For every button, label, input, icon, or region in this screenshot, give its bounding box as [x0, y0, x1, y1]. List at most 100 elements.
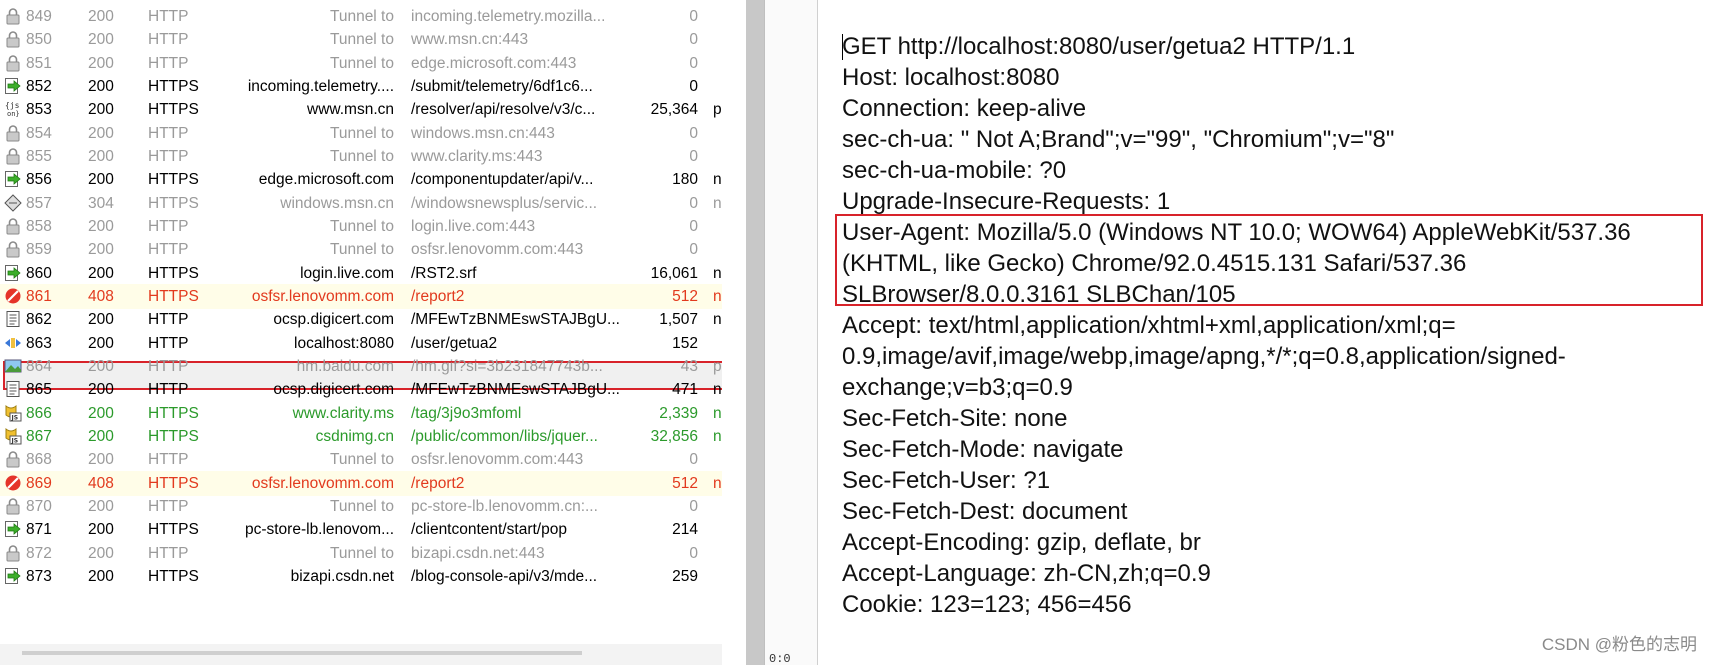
session-number: 869	[26, 474, 52, 492]
session-number: 857	[26, 194, 52, 212]
body-size: 1,507	[659, 311, 698, 329]
table-row[interactable]: 854 200 HTTP Tunnel to windows.msn.cn:443 0	[0, 121, 722, 146]
table-row[interactable]: 852 200 HTTPS incoming.telemetry.... /submit…	[0, 74, 722, 99]
table-row[interactable]: 871 200 HTTPS pc-store-lb.lenovom... /client…	[0, 517, 722, 542]
content-type-truncated: n	[713, 404, 722, 422]
raw-request-view[interactable]: GET http://localhost:8080/user/getua2 HT…	[818, 0, 1711, 665]
url: /user/getua2	[411, 334, 498, 352]
table-row[interactable]: 861 408 HTTPS osfsr.lenovomm.com/report2 512…	[0, 283, 722, 309]
body-size: 0	[689, 497, 698, 515]
session-number: 871	[26, 521, 52, 539]
result-code: 408	[88, 474, 114, 492]
arrow-icon	[4, 567, 22, 585]
body-size: 152	[672, 334, 698, 352]
host: edge.microsoft.com	[258, 171, 394, 189]
protocol: HTTP	[148, 31, 189, 49]
cursor-position: 0:0	[769, 652, 791, 666]
request-line: GET http://localhost:8080/user/getua2 HT…	[842, 33, 1356, 60]
table-row[interactable]: 862 200 HTTP ocsp.digicert.com/MFEwTzBNMEsw…	[0, 307, 722, 332]
protocol: HTTPS	[148, 287, 199, 305]
protocol: HTTP	[148, 451, 189, 469]
result-code: 200	[88, 101, 114, 119]
lock-icon	[4, 147, 22, 165]
protocol: HTTP	[148, 544, 189, 562]
content-type-truncated: n	[713, 264, 722, 282]
body-size: 0	[689, 147, 698, 165]
session-list[interactable]: 849 200 HTTP Tunnel to incoming.telemetry.mo…	[0, 0, 722, 665]
content-type-truncated: n	[713, 311, 722, 329]
content-type-truncated: n	[713, 427, 722, 445]
content-type-truncated: n	[713, 287, 722, 305]
body-size: 16,061	[650, 264, 698, 282]
result-code: 200	[88, 241, 114, 259]
host: www.clarity.ms	[292, 404, 394, 422]
table-row[interactable]: 855 200 HTTP Tunnel to www.clarity.ms:443 0	[0, 144, 722, 169]
host: Tunnel to	[329, 8, 394, 25]
url: incoming.telemetry.mozilla...	[411, 8, 606, 25]
table-row[interactable]: 849 200 HTTP Tunnel to incoming.telemetry.mo…	[0, 4, 722, 29]
url: /RST2.srf	[411, 264, 477, 282]
table-row[interactable]: 856 200 HTTPS edge.microsoft.com/componentu…	[0, 167, 722, 192]
protocol: HTTPS	[148, 101, 199, 119]
svg-text:JS: JS	[11, 414, 19, 421]
table-row[interactable]: 870 200 HTTP Tunnel to pc-store-lb.lenovomm.…	[0, 494, 722, 519]
session-number: 868	[26, 451, 52, 469]
horizontal-scrollbar-thumb[interactable]	[22, 651, 582, 655]
content-type-truncated: n	[713, 194, 722, 212]
request-line: Sec-Fetch-Mode: navigate	[842, 436, 1124, 463]
result-code: 200	[88, 31, 114, 49]
result-code: 200	[88, 264, 114, 282]
url: /report2	[411, 287, 465, 305]
result-code: 200	[88, 381, 114, 399]
request-line: Sec-Fetch-User: ?1	[842, 467, 1051, 494]
url: www.msn.cn:443	[411, 31, 529, 49]
session-number: 849	[26, 8, 52, 25]
host: localhost:8080	[294, 334, 394, 352]
pane-splitter[interactable]	[746, 0, 764, 665]
request-line: Host: localhost:8080	[842, 64, 1060, 91]
protocol: HTTP	[148, 8, 189, 25]
protocol: HTTP	[148, 147, 189, 165]
table-row[interactable]: 859 200 HTTP Tunnel to osfsr.lenovomm.com:44…	[0, 237, 722, 262]
url: edge.microsoft.com:443	[411, 54, 577, 72]
url: osfsr.lenovomm.com:443	[411, 451, 584, 469]
table-row[interactable]: 858 200 HTTP Tunnel to login.live.com:443 0	[0, 214, 722, 239]
protocol: HTTPS	[148, 404, 199, 422]
table-row[interactable]: 850 200 HTTP Tunnel to www.msn.cn:443 0	[0, 27, 722, 52]
body-size: 259	[672, 567, 698, 585]
url: osfsr.lenovomm.com:443	[411, 241, 584, 259]
host: incoming.telemetry....	[247, 77, 394, 95]
table-row[interactable]: JS 866 200 HTTPS www.clarity.ms/tag/3j9o3mfo…	[0, 401, 722, 426]
table-row[interactable]: JS 867 200 HTTPS csdnimg.cn/public/common/li…	[0, 424, 722, 449]
table-row[interactable]: 872 200 HTTP Tunnel to bizapi.csdn.net:443 0	[0, 541, 722, 566]
lock-icon	[4, 124, 22, 142]
table-row[interactable]: 868 200 HTTP Tunnel to osfsr.lenovomm.com:44…	[0, 447, 722, 472]
lock-icon	[4, 240, 22, 258]
protocol: HTTP	[148, 497, 189, 515]
body-size: 180	[672, 171, 698, 189]
host: Tunnel to	[329, 497, 394, 515]
table-row[interactable]: 865 200 HTTP ocsp.digicert.com/MFEwTzBNMEsw…	[0, 377, 722, 402]
table-row[interactable]: 869 408 HTTPS osfsr.lenovomm.com/report2 512…	[0, 470, 722, 496]
result-code: 200	[88, 54, 114, 72]
host: Tunnel to	[329, 54, 394, 72]
table-row[interactable]: 860 200 HTTPS login.live.com/RST2.srf 16,061…	[0, 261, 722, 286]
protocol: HTTPS	[148, 171, 199, 189]
request-line: Sec-Fetch-Dest: document	[842, 498, 1128, 525]
table-row[interactable]: {js on} 853 200 HTTPS www.msn.cn/resolver/api…	[0, 97, 722, 122]
url: /MFEwTzBNMEswSTAJBgU...	[411, 311, 620, 329]
table-row[interactable]: 873 200 HTTPS bizapi.csdn.net/blog-console-…	[0, 564, 722, 589]
result-code: 200	[88, 334, 114, 352]
table-row[interactable]: 864 200 HTTP hm.baidu.com/hm.gif?si=3b23184…	[0, 354, 722, 379]
table-row-selected[interactable]: 863 200 HTTP localhost:8080/user/getua2 152	[0, 331, 722, 356]
host: windows.msn.cn	[280, 194, 394, 212]
arrow-icon	[4, 520, 22, 538]
host: ocsp.digicert.com	[273, 381, 394, 399]
host: www.msn.cn	[307, 101, 394, 119]
table-row[interactable]: 851 200 HTTP Tunnel to edge.microsoft.com:44…	[0, 51, 722, 76]
table-row[interactable]: 857 304 HTTPS windows.msn.cn/windowsnewsplu…	[0, 191, 722, 216]
protocol: HTTP	[148, 357, 189, 375]
horizontal-scrollbar[interactable]	[0, 644, 722, 665]
url: www.clarity.ms:443	[411, 147, 543, 165]
session-number: 859	[26, 241, 52, 259]
